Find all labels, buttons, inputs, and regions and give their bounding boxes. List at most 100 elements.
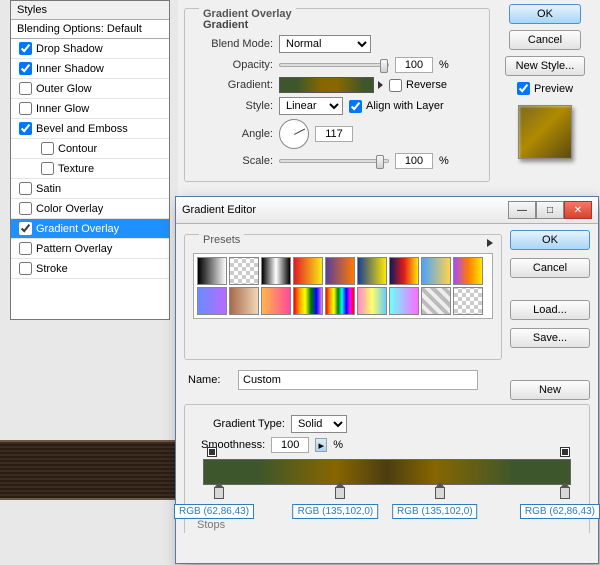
scale-input[interactable] (395, 153, 433, 169)
preset-swatch[interactable] (421, 287, 451, 315)
style-label: Bevel and Emboss (36, 123, 128, 135)
gradient-label: Gradient: (201, 79, 273, 91)
style-item-inner-glow[interactable]: Inner Glow (11, 99, 169, 119)
preset-swatch[interactable] (453, 257, 483, 285)
styles-header[interactable]: Styles (11, 1, 169, 20)
scale-slider[interactable] (279, 159, 389, 163)
style-checkbox[interactable] (19, 222, 32, 235)
gradient-subtitle: Gradient (203, 19, 481, 31)
color-stop-label: RGB (135,102,0) (392, 504, 478, 519)
preset-swatch[interactable] (357, 257, 387, 285)
ge-cancel-button[interactable]: Cancel (510, 258, 590, 278)
color-stop[interactable] (335, 487, 345, 499)
preset-swatch[interactable] (293, 287, 323, 315)
minimize-button[interactable]: — (508, 201, 536, 219)
style-checkbox[interactable] (19, 262, 32, 275)
opacity-slider[interactable] (279, 63, 389, 67)
blend-mode-select[interactable]: Normal (279, 35, 371, 53)
gradient-picker[interactable] (279, 77, 374, 93)
stops-label: Stops (197, 519, 225, 531)
style-label: Pattern Overlay (36, 243, 112, 255)
angle-dial[interactable] (279, 119, 309, 149)
blending-options[interactable]: Blending Options: Default (11, 20, 169, 39)
style-checkbox[interactable] (19, 42, 32, 55)
gradtype-label: Gradient Type: (213, 418, 285, 430)
ge-ok-button[interactable]: OK (510, 230, 590, 250)
style-item-gradient-overlay[interactable]: Gradient Overlay (11, 219, 169, 239)
ls-cancel-button[interactable]: Cancel (509, 30, 581, 50)
preset-swatch[interactable] (261, 257, 291, 285)
style-label: Style: (201, 100, 273, 112)
gradient-editor-titlebar[interactable]: Gradient Editor — □ ✕ (176, 197, 598, 224)
style-item-bevel-and-emboss[interactable]: Bevel and Emboss (11, 119, 169, 139)
style-checkbox[interactable] (19, 122, 32, 135)
opacity-label: Opacity: (201, 59, 273, 71)
smoothness-input[interactable] (271, 437, 309, 453)
preset-swatch[interactable] (389, 287, 419, 315)
dropdown-arrow-icon[interactable] (378, 81, 383, 89)
ls-ok-button[interactable]: OK (509, 4, 581, 24)
style-checkbox[interactable] (19, 102, 32, 115)
style-checkbox[interactable] (19, 82, 32, 95)
style-item-pattern-overlay[interactable]: Pattern Overlay (11, 239, 169, 259)
style-item-outer-glow[interactable]: Outer Glow (11, 79, 169, 99)
style-checkbox[interactable] (41, 142, 54, 155)
preset-swatch[interactable] (261, 287, 291, 315)
style-item-satin[interactable]: Satin (11, 179, 169, 199)
preset-swatch[interactable] (357, 287, 387, 315)
preview-checkbox[interactable]: Preview (517, 82, 573, 95)
style-checkbox[interactable] (19, 62, 32, 75)
style-checkbox[interactable] (41, 162, 54, 175)
preset-swatch[interactable] (229, 287, 259, 315)
layer-style-dialog: Gradient Overlay Gradient Blend Mode: No… (178, 0, 600, 200)
preset-swatch[interactable] (229, 257, 259, 285)
close-button[interactable]: ✕ (564, 201, 592, 219)
style-label: Drop Shadow (36, 43, 103, 55)
style-select[interactable]: Linear (279, 97, 343, 115)
color-stop[interactable] (214, 487, 224, 499)
preset-swatch[interactable] (325, 287, 355, 315)
style-item-inner-shadow[interactable]: Inner Shadow (11, 59, 169, 79)
style-label: Texture (58, 163, 94, 175)
style-item-contour[interactable]: Contour (11, 139, 169, 159)
style-checkbox[interactable] (19, 242, 32, 255)
opacity-input[interactable] (395, 57, 433, 73)
style-item-texture[interactable]: Texture (11, 159, 169, 179)
preset-swatch[interactable] (325, 257, 355, 285)
color-stop[interactable] (435, 487, 445, 499)
style-label: Contour (58, 143, 97, 155)
preset-swatch[interactable] (197, 287, 227, 315)
style-item-color-overlay[interactable]: Color Overlay (11, 199, 169, 219)
style-checkbox[interactable] (19, 182, 32, 195)
preset-swatch[interactable] (421, 257, 451, 285)
name-label: Name: (188, 374, 232, 386)
preset-swatch[interactable] (453, 287, 483, 315)
load-button[interactable]: Load... (510, 300, 590, 320)
preset-swatch[interactable] (293, 257, 323, 285)
style-checkbox[interactable] (19, 202, 32, 215)
style-label: Inner Glow (36, 103, 89, 115)
opacity-stop[interactable] (207, 447, 217, 457)
presets-menu-icon[interactable] (487, 239, 493, 247)
textured-background (0, 440, 176, 500)
opacity-stop[interactable] (560, 447, 570, 457)
blend-mode-label: Blend Mode: (201, 38, 273, 50)
preset-swatch[interactable] (197, 257, 227, 285)
angle-input[interactable] (315, 126, 353, 142)
save-button[interactable]: Save... (510, 328, 590, 348)
preset-swatch[interactable] (389, 257, 419, 285)
smoothness-dropdown-icon[interactable]: ▸ (315, 438, 327, 452)
gradient-name-input[interactable] (238, 370, 478, 390)
align-checkbox[interactable]: Align with Layer (349, 100, 444, 113)
style-item-drop-shadow[interactable]: Drop Shadow (11, 39, 169, 59)
color-stop[interactable] (560, 487, 570, 499)
gradtype-select[interactable]: Solid (291, 415, 347, 433)
new-button[interactable]: New (510, 380, 590, 400)
presets-group: Presets (184, 234, 502, 360)
new-style-button[interactable]: New Style... (505, 56, 586, 76)
style-item-stroke[interactable]: Stroke (11, 259, 169, 279)
reverse-checkbox[interactable]: Reverse (389, 79, 447, 92)
color-stop-label: RGB (135,102,0) (293, 504, 379, 519)
gradient-bar[interactable]: RGB (62,86,43)RGB (135,102,0)RGB (135,10… (203, 459, 571, 485)
maximize-button[interactable]: □ (536, 201, 564, 219)
